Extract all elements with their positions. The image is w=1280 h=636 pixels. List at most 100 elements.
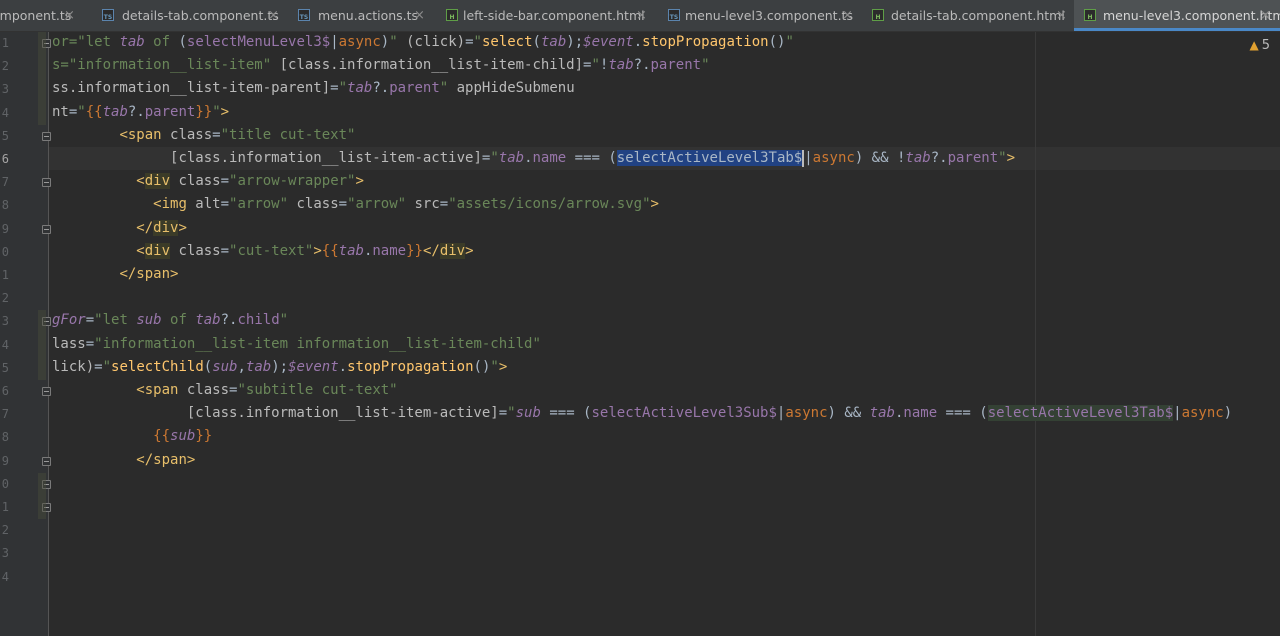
close-icon[interactable]: × xyxy=(414,8,425,24)
code-token: ); xyxy=(566,34,584,50)
code-token: tab xyxy=(540,34,567,50)
line-number: 2 xyxy=(1,59,9,74)
code-token: = xyxy=(94,358,103,375)
code-token: sub xyxy=(136,312,162,329)
code-line[interactable]: gFor="let sub of tab?.child" xyxy=(52,309,288,332)
code-token: | xyxy=(330,34,339,50)
tab-label: omponent.ts xyxy=(0,8,72,23)
code-token: async xyxy=(1181,405,1224,422)
code-line[interactable]: </div> xyxy=(52,217,187,240)
code-line[interactable]: lick)="selectChild(sub,tab);$event.stopP… xyxy=(52,356,507,379)
tab-label: details-tab.component.html xyxy=(891,8,1065,23)
code-token: " xyxy=(279,312,289,329)
tab-6[interactable]: Hdetails-tab.component.html × xyxy=(862,0,1074,31)
code-token: stopPropagation xyxy=(642,34,769,50)
code-line[interactable]: <img alt="arrow" class="arrow" src="asse… xyxy=(52,193,659,216)
code-line[interactable]: lass="information__list-item information… xyxy=(52,333,541,356)
code-token: " xyxy=(212,103,221,120)
code-token: stopPropagation xyxy=(347,358,474,375)
line-number: 1 xyxy=(1,268,9,282)
code-token: selectActiveLevel3Sub$ xyxy=(591,405,777,422)
code-line[interactable]: nt="{{tab?.parent}}"> xyxy=(52,101,229,124)
code-editor[interactable]: or="let tab of (selectMenuLevel3$|async)… xyxy=(49,32,1280,636)
code-token: ( xyxy=(203,358,213,375)
code-line[interactable]: [class.information__list-item-active]="s… xyxy=(52,402,1232,425)
line-number: 0 xyxy=(1,244,9,259)
code-token: = xyxy=(85,312,95,329)
inspection-widget[interactable]: ▲ 5 xyxy=(1249,37,1270,54)
code-line[interactable]: [class.information__list-item-active]="t… xyxy=(52,147,1015,170)
close-icon[interactable]: × xyxy=(636,8,647,24)
line-number: 3 xyxy=(1,314,9,329)
line-number: 6 xyxy=(1,152,9,166)
code-line[interactable]: <span class="subtitle cut-text" xyxy=(52,379,397,402)
code-token: > xyxy=(1006,150,1016,166)
code-token: sub xyxy=(515,405,541,422)
tab-7[interactable]: Hmenu-level3.component.html × xyxy=(1074,0,1280,31)
tab-3[interactable]: TS menu.actions.ts × xyxy=(288,0,434,31)
code-token: or="let xyxy=(52,34,120,50)
close-icon[interactable]: × xyxy=(64,8,75,24)
code-token: }} xyxy=(406,242,423,259)
line-number-gutter: 1 2 3 4 5 6 7 8 9 0 1 2 3 4 5 6 7 8 9 0 1 2 3 4 xyxy=(0,32,51,636)
code-token: tab xyxy=(905,150,931,166)
code-line[interactable]: <span class="title cut-text" xyxy=(52,124,355,147)
tab-2[interactable]: TS details-tab.component.ts × xyxy=(92,0,288,31)
code-token: > xyxy=(650,196,659,213)
close-icon[interactable]: × xyxy=(1056,8,1067,24)
code-token: ?. xyxy=(930,150,948,166)
code-line[interactable]: </span> xyxy=(52,263,178,286)
code-token: alt xyxy=(186,196,221,213)
code-token: sub xyxy=(170,428,196,445)
line-number: 4 xyxy=(1,569,9,584)
code-token: $event xyxy=(583,34,634,50)
code-line[interactable]: ss.information__list-item-parent]="tab?.… xyxy=(52,77,575,100)
code-token: selectActiveLevel3Tab$ xyxy=(987,405,1174,422)
code-token: ); xyxy=(271,358,289,375)
code-token: ) xyxy=(1223,405,1233,422)
line-number: 5 xyxy=(1,128,9,143)
line-number: 4 xyxy=(1,105,9,120)
code-line[interactable]: <div class="arrow-wrapper"> xyxy=(52,170,364,193)
code-token: }} xyxy=(195,428,213,445)
code-token: lass xyxy=(52,335,86,352)
code-token: " xyxy=(998,150,1007,166)
code-line[interactable]: s="information__list-item" [class.inform… xyxy=(52,54,710,77)
tab-label: menu.actions.ts xyxy=(318,8,419,23)
code-token: {{ xyxy=(85,103,103,120)
code-line[interactable]: or="let tab of (selectMenuLevel3$|async)… xyxy=(52,32,794,54)
line-number: 3 xyxy=(1,82,9,97)
line-number: 2 xyxy=(1,523,9,538)
code-token: async xyxy=(338,34,381,50)
tab-5[interactable]: TS menu-level3.component.ts × xyxy=(656,0,862,31)
code-token: tab xyxy=(347,80,373,97)
close-icon[interactable]: × xyxy=(1260,8,1271,24)
line-number: 7 xyxy=(1,175,9,190)
change-marker xyxy=(38,32,46,125)
code-token: " xyxy=(102,358,112,375)
line-number: 1 xyxy=(1,500,9,514)
code-token: " xyxy=(701,57,710,74)
code-token: | xyxy=(804,150,813,166)
tab-1[interactable]: omponent.ts× xyxy=(0,0,84,31)
code-token: ?. xyxy=(127,103,145,120)
tab-4[interactable]: Hleft-side-bar.component.html × xyxy=(434,0,656,31)
line-number: 9 xyxy=(1,221,9,236)
code-token: of xyxy=(161,312,196,329)
close-icon[interactable]: × xyxy=(268,8,279,24)
tab-label: menu-level3.component.ts xyxy=(685,8,853,23)
code-token: </ xyxy=(136,219,154,236)
code-token: " xyxy=(507,405,516,422)
code-line[interactable]: {{sub}} xyxy=(52,425,212,448)
code-token: === ( xyxy=(540,405,592,422)
code-token: sub xyxy=(212,358,238,375)
line-number: 8 xyxy=(1,198,9,213)
close-icon[interactable]: × xyxy=(842,8,853,24)
code-token: tab xyxy=(245,358,272,375)
code-line[interactable]: </span> xyxy=(52,449,195,472)
code-line[interactable]: <div class="cut-text">{{tab.name}}</div> xyxy=(52,240,474,263)
code-token: async xyxy=(812,150,855,166)
